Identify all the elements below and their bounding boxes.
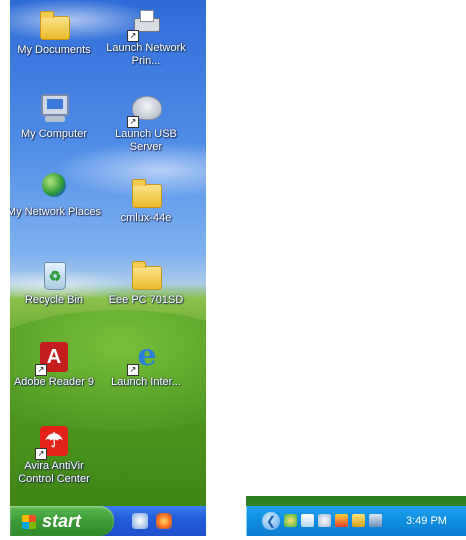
folder-icon xyxy=(132,179,162,208)
desktop-icon-launch-internet-explorer[interactable]: e ↗ Launch Inter... xyxy=(98,340,194,389)
shortcut-arrow-icon: ↗ xyxy=(127,364,139,376)
network-icon[interactable] xyxy=(284,514,297,527)
desktop-icon-label: cmlux-44e xyxy=(120,212,172,224)
start-button[interactable]: start xyxy=(10,506,114,536)
shortcut-arrow-icon: ↗ xyxy=(35,448,47,460)
system-tray-panel: ❮ 3:49 PM xyxy=(246,496,466,536)
clock[interactable]: 3:49 PM xyxy=(406,514,447,528)
display-icon[interactable] xyxy=(369,514,382,527)
desktop-icon-eee-pc[interactable]: Eee PC 701SD xyxy=(98,258,194,307)
shortcut-arrow-icon: ↗ xyxy=(127,116,139,128)
desktop-icon-recycle-bin[interactable]: ♻ Recycle Bin xyxy=(10,258,102,307)
system-tray: ❮ 3:49 PM xyxy=(246,506,466,536)
desktop-icon-cmlux-44e[interactable]: cmlux-44e xyxy=(98,176,194,225)
desktop: My Documents My Computer My Network Plac… xyxy=(10,0,206,506)
windows-logo-icon xyxy=(22,515,36,530)
desktop-icon-launch-usb-server[interactable]: ↗ Launch USB Server xyxy=(98,92,194,154)
start-label: start xyxy=(42,511,82,531)
folder-icon xyxy=(132,261,162,290)
desktop-icon-adobe-reader[interactable]: A ↗ Adobe Reader 9 xyxy=(10,340,102,389)
desktop-icon-label: Eee PC 701SD xyxy=(108,294,184,306)
desktop-icon-my-documents[interactable]: My Documents xyxy=(10,8,102,57)
cloud-icon[interactable] xyxy=(318,514,331,527)
desktop-icon-label: My Network Places xyxy=(10,206,102,218)
recycle-bin-icon: ♻ xyxy=(44,262,66,290)
desktop-icon-avira[interactable]: ☂ ↗ Avira AntiVir Control Center xyxy=(10,424,102,486)
network-printer-icon xyxy=(132,10,160,32)
shortcut-arrow-icon: ↗ xyxy=(35,364,47,376)
desktop-icon-label: Launch Network Prin... xyxy=(106,42,186,67)
computer-icon xyxy=(41,94,69,116)
taskbar: start xyxy=(10,506,206,536)
desktop-icon-my-network-places[interactable]: My Network Places xyxy=(10,170,102,219)
shortcut-arrow-icon: ↗ xyxy=(127,30,139,42)
security-icon[interactable] xyxy=(301,514,314,527)
desktop-icon-label: Adobe Reader 9 xyxy=(13,376,95,388)
folder-documents-icon xyxy=(40,11,70,40)
desktop-icon-label: My Documents xyxy=(17,44,91,56)
alert-icon[interactable] xyxy=(335,514,348,527)
desktop-icon-label: My Computer xyxy=(20,128,88,140)
quick-launch-icon-1[interactable] xyxy=(132,513,148,529)
network-globe-icon xyxy=(42,173,66,197)
desktop-icon-launch-network-printer[interactable]: ↗ Launch Network Prin... xyxy=(98,6,194,68)
device-icon[interactable] xyxy=(352,514,365,527)
desktop-icon-label: Launch USB Server xyxy=(115,128,177,153)
desktop-icon-label: Launch Inter... xyxy=(111,376,181,388)
desktop-icon-my-computer[interactable]: My Computer xyxy=(10,92,102,141)
desktop-icon-label: Recycle Bin xyxy=(24,294,84,306)
desktop-icon-label: Avira AntiVir Control Center xyxy=(18,460,90,485)
quick-launch-icon-2[interactable] xyxy=(156,513,172,529)
show-hidden-icons-button[interactable]: ❮ xyxy=(262,512,280,530)
